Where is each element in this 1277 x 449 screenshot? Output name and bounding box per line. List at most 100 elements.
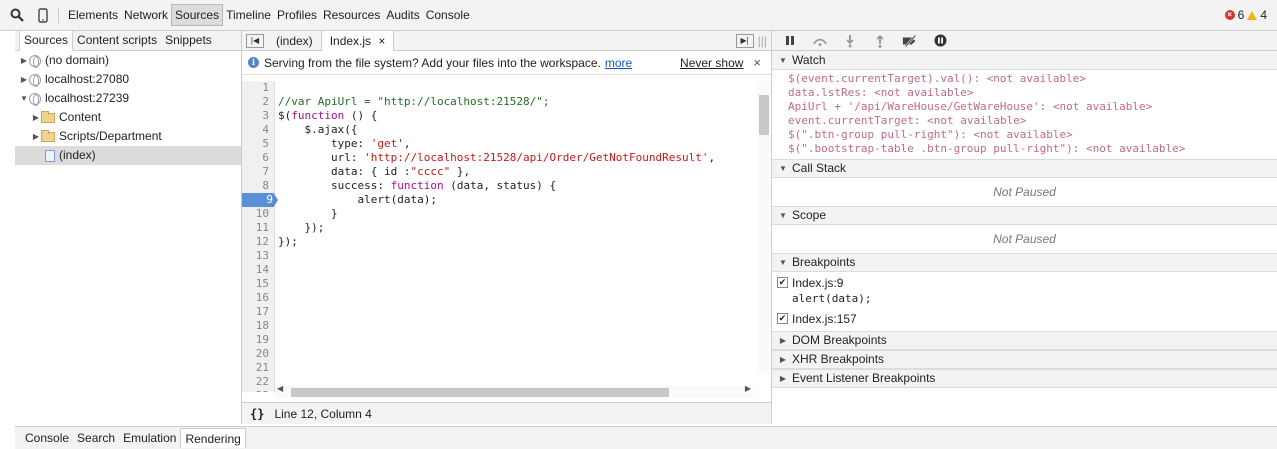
line-number[interactable]: 7 [242,165,274,179]
watch-expression[interactable]: ApiUrl + '/api/WareHouse/GetWareHouse': … [772,100,1277,114]
panel-tab-elements[interactable]: Elements [65,4,121,26]
tab-content-scripts[interactable]: Content scripts [73,31,161,51]
tree-item-no-domain[interactable]: ▶ (no domain) [15,51,241,70]
collapse-arrow-icon[interactable]: ▼ [19,89,29,108]
drawer-tab-console[interactable]: Console [21,428,73,448]
tree-item-scripts-department[interactable]: ▶ Scripts/Department [15,127,241,146]
breakpoints-header[interactable]: ▼ Breakpoints [772,253,1277,272]
line-number[interactable]: 21 [242,361,274,375]
code-lines[interactable]: //var ApiUrl = "http://localhost:21528/"… [278,81,715,249]
tree-item-localhost-27239[interactable]: ▼ localhost:27239 [15,89,241,108]
scroll-right-icon[interactable]: ▶ [745,384,751,393]
line-number[interactable]: 3 [242,109,274,123]
dom-breakpoints-header[interactable]: ▶ DOM Breakpoints [772,331,1277,350]
call-stack-header[interactable]: ▼ Call Stack [772,159,1277,178]
pause-icon[interactable] [782,34,798,48]
line-number[interactable]: 17 [242,305,274,319]
code-line[interactable]: url: 'http://localhost:21528/api/Order/G… [278,151,715,165]
toggle-debugger-icon[interactable]: ▶| [735,33,754,48]
code-line[interactable]: //var ApiUrl = "http://localhost:21528/"… [278,95,715,109]
line-number[interactable]: 11 [242,221,274,235]
close-icon[interactable]: × [753,55,761,70]
line-gutter[interactable]: 1234567891011121314151617181920212223 [242,81,278,392]
breakpoint-checkbox[interactable]: ✔ [777,313,788,324]
panel-tab-timeline[interactable]: Timeline [223,4,274,26]
line-number[interactable]: 23 [242,389,274,392]
event-listener-breakpoints-header[interactable]: ▶ Event Listener Breakpoints [772,369,1277,388]
step-out-icon[interactable] [872,34,888,48]
scroll-left-icon[interactable]: ◀ [277,384,283,393]
breakpoint-marker[interactable]: 9 [242,193,278,207]
code-line[interactable]: success: function (data, status) { [278,179,715,193]
never-show-link[interactable]: Never show [680,56,743,70]
tab-index[interactable]: (index) [268,31,321,51]
pause-on-exceptions-icon[interactable] [932,34,948,48]
watch-expression[interactable]: event.currentTarget: <not available> [772,114,1277,128]
search-icon[interactable] [8,6,26,24]
tree-item-content[interactable]: ▶ Content [15,108,241,127]
scrollbar-thumb[interactable] [291,388,669,397]
line-number[interactable]: 14 [242,263,274,277]
tree-item-index[interactable]: (index) [15,146,241,165]
scrollbar-thumb[interactable] [759,95,769,135]
line-number[interactable]: 12 [242,235,274,249]
panel-tab-audits[interactable]: Audits [383,4,422,26]
line-number[interactable]: 10 [242,207,274,221]
tab-snippets[interactable]: Snippets [161,31,216,51]
code-area[interactable]: 1234567891011121314151617181920212223 //… [242,81,757,392]
code-line[interactable] [278,81,715,95]
line-number[interactable]: 4 [242,123,274,137]
watch-expression[interactable]: $(".bootstrap-table .btn-group pull-righ… [772,142,1277,156]
expand-arrow-icon[interactable]: ▶ [19,70,29,89]
line-number[interactable]: 15 [242,277,274,291]
watch-expression[interactable]: data.lstRes: <not available> [772,86,1277,100]
drawer-tab-rendering[interactable]: Rendering [180,428,246,448]
scope-header[interactable]: ▼ Scope [772,206,1277,225]
code-line[interactable]: $.ajax({ [278,123,715,137]
line-number[interactable]: 18 [242,319,274,333]
line-number[interactable]: 8 [242,179,274,193]
tab-index-js[interactable]: Index.js × [320,30,395,51]
line-number[interactable]: 16 [242,291,274,305]
line-number[interactable]: 19 [242,333,274,347]
panel-tab-resources[interactable]: Resources [320,4,383,26]
expand-arrow-icon[interactable]: ▶ [31,108,41,127]
issue-counts[interactable]: × 6 4 [1224,8,1267,22]
panel-tab-network[interactable]: Network [121,4,171,26]
line-number[interactable]: 6 [242,151,274,165]
panel-tab-profiles[interactable]: Profiles [274,4,320,26]
xhr-breakpoints-header[interactable]: ▶ XHR Breakpoints [772,350,1277,369]
code-line[interactable]: type: 'get', [278,137,715,151]
code-line[interactable]: data: { id :"cccc" }, [278,165,715,179]
close-icon[interactable]: × [378,34,385,48]
step-into-icon[interactable] [842,34,858,48]
toggle-navigator-icon[interactable]: |◀ [246,33,264,48]
expand-arrow-icon[interactable]: ▶ [19,51,29,70]
line-number[interactable]: 1 [242,81,274,95]
panel-tab-console[interactable]: Console [423,4,473,26]
breakpoint-item[interactable]: ✔ Index.js:157 [772,310,1277,327]
watch-expression[interactable]: $(".btn-group pull-right"): <not availab… [772,128,1277,142]
drawer-tab-search[interactable]: Search [73,428,119,448]
code-line[interactable]: }); [278,221,715,235]
code-line[interactable]: } [278,207,715,221]
device-mode-icon[interactable] [34,6,52,24]
code-line[interactable]: }); [278,235,715,249]
tab-sources[interactable]: Sources [19,30,74,51]
line-number[interactable]: 5 [242,137,274,151]
panel-tab-sources[interactable]: Sources [171,4,224,26]
deactivate-breakpoints-icon[interactable] [902,34,918,48]
pretty-print-button[interactable]: {} [250,407,264,421]
breakpoint-checkbox[interactable]: ✔ [777,277,788,288]
line-number[interactable]: 20 [242,347,274,361]
breakpoint-item[interactable]: ✔ Index.js:9 [772,274,1277,291]
more-tabs-icon[interactable]: ||| [758,34,767,48]
step-over-icon[interactable] [812,34,828,48]
tree-item-localhost-27080[interactable]: ▶ localhost:27080 [15,70,241,89]
watch-header[interactable]: ▼ Watch [772,51,1277,70]
line-number[interactable]: 2 [242,95,274,109]
line-number[interactable]: 22 [242,375,274,389]
more-link[interactable]: more [605,56,632,70]
watch-expression[interactable]: $(event.currentTarget).val(): <not avail… [772,72,1277,86]
code-line[interactable]: alert(data); [278,193,715,207]
